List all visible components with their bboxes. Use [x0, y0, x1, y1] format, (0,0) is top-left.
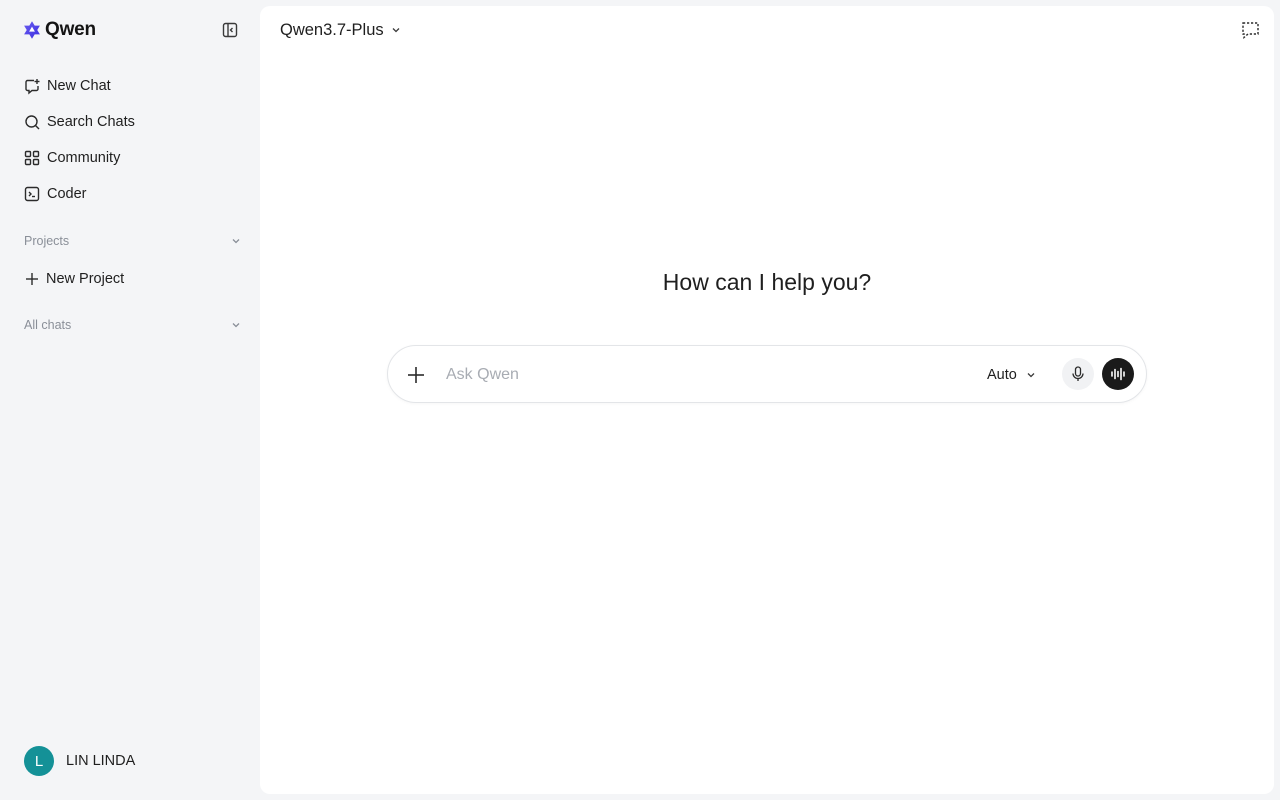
brand-name: Qwen	[45, 19, 96, 40]
new-chat-icon	[23, 77, 41, 95]
chevron-down-icon	[1027, 373, 1035, 378]
chevron-down-icon	[232, 239, 240, 244]
sidebar-item-coder[interactable]: Coder	[14, 176, 246, 212]
qwen-logo-icon	[24, 21, 40, 39]
sidebar-item-new-chat[interactable]: New Chat	[14, 68, 246, 104]
nav-label-coder: Coder	[47, 186, 87, 202]
main-panel: Qwen3.7-Plus How can I help you? Auto	[260, 6, 1274, 794]
temporary-chat-button[interactable]	[1240, 20, 1260, 40]
chevron-down-icon	[392, 28, 400, 33]
app: Qwen New Chat Search Chats Community Cod…	[0, 0, 1280, 800]
model-name: Qwen3.7-Plus	[280, 20, 384, 39]
user-name: LIN LINDA	[66, 753, 136, 769]
all-chats-section-header[interactable]: All chats	[24, 316, 242, 334]
nav-label-community: Community	[47, 150, 121, 166]
chat-composer: Auto	[387, 345, 1147, 403]
microphone-icon	[1072, 366, 1084, 381]
chevron-down-icon	[232, 323, 240, 328]
sidebar-item-search-chats[interactable]: Search Chats	[14, 104, 246, 140]
user-profile[interactable]: L LIN LINDA	[24, 746, 135, 776]
waveform-icon	[1111, 367, 1125, 381]
mode-label: Auto	[987, 367, 1017, 383]
nav-label-new-chat: New Chat	[47, 78, 111, 94]
chat-input[interactable]	[446, 363, 966, 387]
sidebar-toggle-icon	[222, 22, 238, 38]
plus-icon	[408, 367, 424, 383]
new-project-button[interactable]: New Project	[14, 261, 246, 297]
nav-label-search-chats: Search Chats	[47, 114, 135, 130]
voice-mode-button[interactable]	[1102, 358, 1134, 390]
sidebar: Qwen New Chat Search Chats Community Cod…	[0, 0, 260, 800]
mode-selector[interactable]: Auto	[987, 364, 1037, 386]
brand[interactable]: Qwen	[22, 19, 96, 41]
new-project-label: New Project	[46, 271, 125, 287]
plus-icon	[23, 270, 41, 288]
projects-section-header[interactable]: Projects	[24, 232, 242, 250]
avatar: L	[24, 746, 54, 776]
grid-icon	[23, 149, 41, 167]
model-selector[interactable]: Qwen3.7-Plus	[280, 20, 402, 40]
all-chats-label: All chats	[24, 318, 72, 332]
search-icon	[23, 113, 41, 131]
sidebar-item-community[interactable]: Community	[14, 140, 246, 176]
dashed-chat-icon	[1241, 22, 1259, 39]
sidebar-nav: New Chat Search Chats Community Coder	[14, 68, 246, 212]
projects-label: Projects	[24, 234, 70, 248]
collapse-sidebar-button[interactable]	[221, 21, 239, 39]
microphone-button[interactable]	[1062, 358, 1094, 390]
attach-button[interactable]	[404, 363, 428, 387]
terminal-icon	[23, 185, 41, 203]
greeting-heading: How can I help you?	[662, 269, 872, 295]
